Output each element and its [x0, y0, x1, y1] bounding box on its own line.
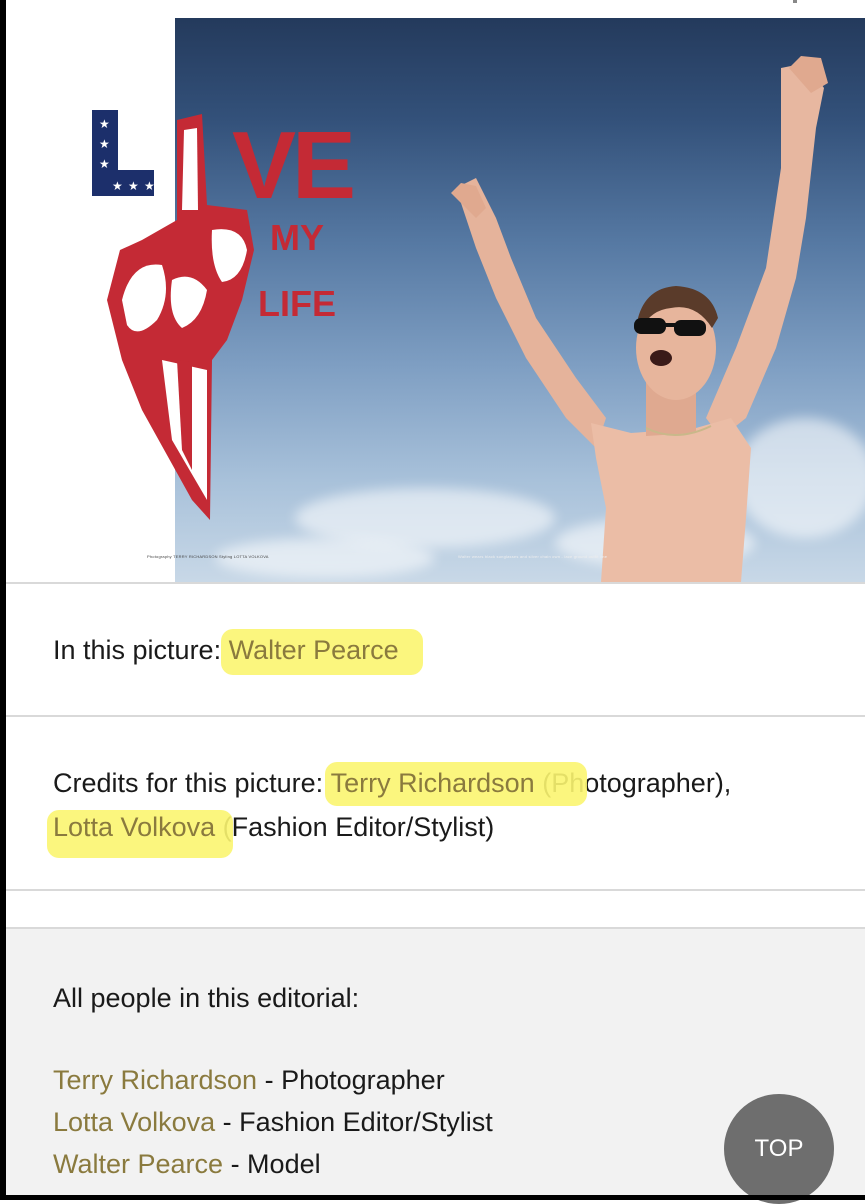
person-role: - Fashion Editor/Stylist: [215, 1107, 493, 1137]
photo-credit-caption: Photography TERRY RICHARDSON Styling LOT…: [147, 554, 269, 559]
top-strip: [6, 0, 865, 18]
scroll-to-top-button[interactable]: TOP: [724, 1094, 834, 1204]
svg-text:★: ★: [99, 157, 110, 171]
credits-line-2: Lotta Volkova (Fashion Editor/Stylist): [47, 810, 495, 858]
credits-section: Credits for this picture: Terry Richards…: [6, 715, 865, 891]
svg-text:VE: VE: [232, 112, 353, 219]
person-link[interactable]: Terry Richardson: [53, 1065, 257, 1095]
people-list-item: Walter Pearce - Model: [53, 1148, 321, 1180]
person-link[interactable]: Lotta Volkova: [53, 1107, 215, 1137]
svg-text:★: ★: [99, 117, 110, 131]
stylist-role: (Fashion Editor/Stylist): [222, 812, 495, 842]
svg-text:LIFE: LIFE: [258, 283, 336, 324]
top-strip-mark: [793, 0, 797, 3]
people-list-item: Terry Richardson - Photographer: [53, 1064, 445, 1096]
live-my-life-logo: ★ ★ ★ ★ ★ ★ VE MY LIFE: [92, 110, 357, 520]
bottom-border: [0, 1195, 865, 1200]
in-this-picture-section: In this picture: Walter Pearce: [6, 582, 865, 717]
person-role: - Model: [223, 1149, 321, 1179]
photo-description-caption: Walter wears black sunglasses and silver…: [458, 554, 608, 559]
person-link[interactable]: Walter Pearce: [53, 1149, 223, 1179]
svg-text:MY: MY: [270, 217, 324, 258]
photographer-link-terry-richardson[interactable]: Terry Richardson: [324, 762, 587, 806]
all-people-heading: All people in this editorial:: [53, 983, 360, 1013]
stylist-link-lotta-volkova[interactable]: Lotta Volkova: [47, 810, 233, 858]
person-role: - Photographer: [257, 1065, 445, 1095]
svg-text:★: ★: [144, 179, 155, 193]
svg-text:★: ★: [128, 179, 139, 193]
in-this-picture-line: In this picture: Walter Pearce: [53, 629, 423, 675]
credits-line-1: Credits for this picture: Terry Richards…: [53, 762, 731, 806]
model-link-walter-pearce[interactable]: Walter Pearce: [220, 629, 423, 675]
credits-label: Credits for this picture:: [53, 768, 324, 798]
section-spacer: [6, 889, 865, 929]
editorial-photo: ★ ★ ★ ★ ★ ★ VE MY LIFE Photography TERRY…: [6, 18, 865, 582]
in-this-picture-label: In this picture:: [53, 635, 222, 665]
svg-text:★: ★: [112, 179, 123, 193]
people-list-item: Lotta Volkova - Fashion Editor/Stylist: [53, 1106, 493, 1138]
svg-text:★: ★: [99, 137, 110, 151]
